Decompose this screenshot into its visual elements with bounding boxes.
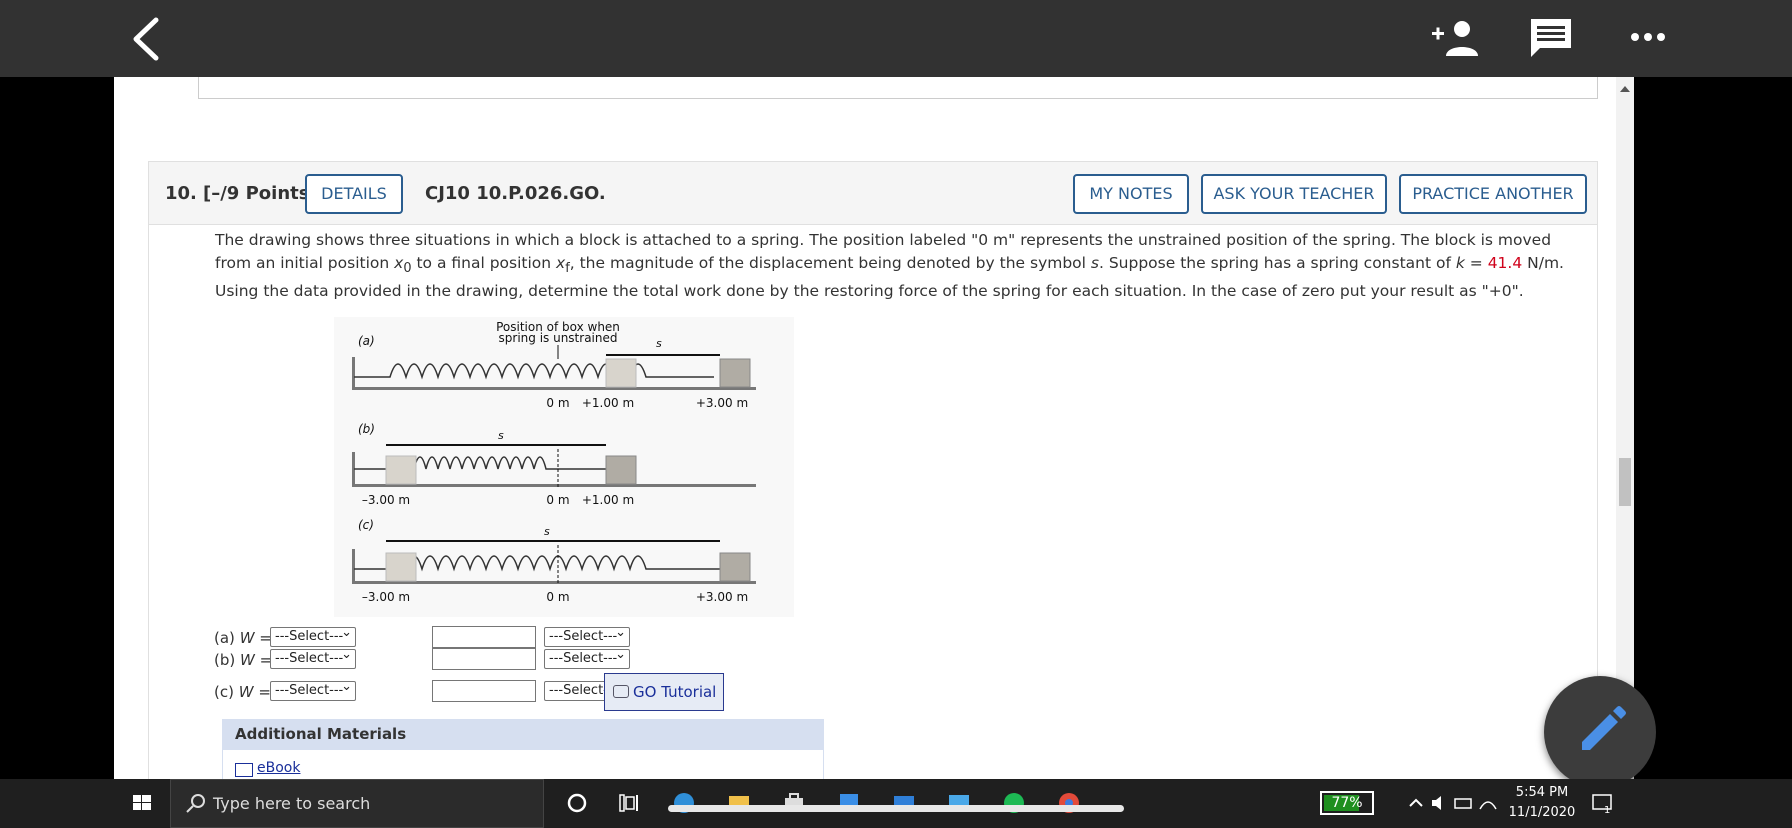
- spring-constant-value: 41.4: [1487, 254, 1523, 272]
- svg-text:(c): (c): [358, 518, 374, 532]
- svg-text:(a): (a): [358, 334, 375, 348]
- svg-text:–3.00 m: –3.00 m: [362, 493, 410, 507]
- assignment-page: 10. [–/9 Points] DETAILS CJ10 10.P.026.G…: [114, 77, 1634, 779]
- more-icon[interactable]: [1630, 30, 1666, 44]
- sign-select-b[interactable]: ---Select---: [270, 646, 356, 669]
- notification-count: 1: [1604, 805, 1611, 816]
- details-button[interactable]: DETAILS: [305, 174, 403, 214]
- svg-text:s: s: [544, 525, 550, 538]
- scroll-up-arrow[interactable]: [1620, 86, 1630, 92]
- pencil-icon: [1582, 706, 1626, 750]
- cortana-icon[interactable]: [565, 791, 589, 815]
- question-text: The drawing shows three situations in wh…: [215, 231, 1564, 301]
- svg-text:0 m: 0 m: [546, 590, 569, 604]
- my-notes-button[interactable]: MY NOTES: [1073, 174, 1189, 214]
- question-header: 10. [–/9 Points] DETAILS CJ10 10.P.026.G…: [148, 161, 1598, 225]
- task-view-icon[interactable]: [617, 791, 641, 815]
- taskbar-search-input[interactable]: Type here to search: [170, 779, 544, 828]
- chevron-left-icon[interactable]: [126, 14, 166, 64]
- add-person-icon[interactable]: [1430, 18, 1480, 58]
- unit-select-a[interactable]: ---Select---: [544, 624, 630, 647]
- chevron-up-icon[interactable]: [1404, 791, 1428, 815]
- windows-start-icon[interactable]: [130, 791, 154, 815]
- svg-text:–3.00 m: –3.00 m: [362, 590, 410, 604]
- wifi-icon[interactable]: [1476, 791, 1500, 815]
- question-code: CJ10 10.P.026.GO.: [425, 183, 606, 204]
- answer-input-a[interactable]: [432, 626, 536, 648]
- go-tutorial-button[interactable]: GO Tutorial: [604, 673, 724, 711]
- sign-select-c[interactable]: ---Select---: [270, 678, 356, 701]
- svg-text:(b): (b): [358, 422, 375, 436]
- scroll-thumb[interactable]: [1619, 458, 1631, 506]
- svg-text:0 m: 0 m: [546, 493, 569, 507]
- svg-text:+1.00 m: +1.00 m: [582, 493, 634, 507]
- taskbar-clock[interactable]: 5:54 PM 11/1/2020: [1504, 783, 1580, 823]
- additional-materials: Additional Materials eBook: [222, 719, 824, 779]
- practice-another-button[interactable]: PRACTICE ANOTHER: [1399, 174, 1587, 214]
- volume-icon[interactable]: [1428, 791, 1452, 815]
- notification-icon[interactable]: [1590, 791, 1614, 815]
- svg-text:+3.00 m: +3.00 m: [696, 396, 748, 410]
- answer-input-b[interactable]: [432, 648, 536, 670]
- gesture-bar[interactable]: [668, 805, 1124, 812]
- question-points: [–/9 Points]: [203, 183, 318, 204]
- additional-materials-title: Additional Materials: [223, 720, 823, 750]
- svg-text:0 m: 0 m: [546, 396, 569, 410]
- windows-taskbar: Type here to search 77% 5:54 PM 11/1/202…: [0, 779, 1792, 828]
- previous-question-box: [198, 77, 1598, 99]
- answer-input-c[interactable]: [432, 680, 536, 702]
- svg-text:+3.00 m: +3.00 m: [696, 590, 748, 604]
- spring-diagram: Position of box when spring is unstraine…: [334, 317, 794, 617]
- svg-text:s: s: [656, 337, 662, 350]
- ebook-link[interactable]: eBook: [235, 760, 300, 777]
- ask-your-teacher-button[interactable]: ASK YOUR TEACHER: [1201, 174, 1387, 214]
- unit-select-b[interactable]: ---Select---: [544, 646, 630, 669]
- question-number: 10.: [165, 183, 197, 204]
- sign-select-a[interactable]: ---Select---: [270, 624, 356, 647]
- svg-text:s: s: [498, 429, 504, 442]
- svg-text:+1.00 m: +1.00 m: [582, 396, 634, 410]
- app-top-bar: [0, 0, 1792, 77]
- comment-icon[interactable]: [1528, 16, 1574, 60]
- page-scrollbar[interactable]: [1616, 77, 1634, 779]
- battery-icon[interactable]: [1452, 791, 1476, 815]
- search-icon: [186, 794, 205, 813]
- annotate-fab-button[interactable]: [1544, 676, 1656, 788]
- battery-indicator[interactable]: 77%: [1320, 791, 1374, 815]
- svg-text:spring is unstrained: spring is unstrained: [499, 331, 618, 345]
